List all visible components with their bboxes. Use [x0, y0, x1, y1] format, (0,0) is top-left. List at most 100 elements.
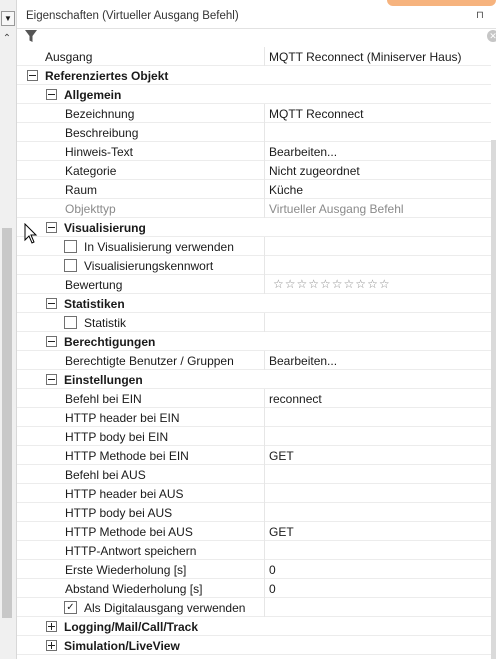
- row-label: Bewertung: [65, 278, 123, 292]
- column-divider: [264, 427, 265, 446]
- checkbox-checked[interactable]: ✓: [64, 601, 77, 614]
- column-divider: [264, 522, 265, 541]
- row-label: HTTP Methode bei AUS: [65, 525, 193, 539]
- filter-bar: ✕: [17, 29, 496, 46]
- row-hinweis-text[interactable]: Hinweis-Text Bearbeiten...: [17, 142, 491, 161]
- row-bewertung[interactable]: Bewertung ☆☆☆☆☆☆☆☆☆☆: [17, 275, 491, 294]
- row-value[interactable]: Küche: [269, 183, 303, 197]
- row-http-methode-aus[interactable]: HTTP Methode bei AUS GET: [17, 522, 491, 541]
- row-value[interactable]: MQTT Reconnect (Miniserver Haus): [269, 50, 462, 64]
- vertical-scrollbar[interactable]: [491, 140, 496, 659]
- column-divider: [264, 503, 265, 522]
- category-simulation[interactable]: Simulation/LiveView: [17, 636, 491, 655]
- row-kategorie[interactable]: Kategorie Nicht zugeordnet: [17, 161, 491, 180]
- row-value[interactable]: Nicht zugeordnet: [269, 164, 360, 178]
- column-divider: [264, 389, 265, 408]
- row-value[interactable]: Bearbeiten...: [269, 354, 337, 368]
- row-label: Visualisierungskennwort: [84, 259, 214, 273]
- row-label: Bezeichnung: [65, 107, 135, 121]
- pin-icon[interactable]: ⊓: [476, 10, 484, 21]
- row-abstand-wiederholung[interactable]: Abstand Wiederholung [s] 0: [17, 579, 491, 598]
- row-http-header-ein[interactable]: HTTP header bei EIN: [17, 408, 491, 427]
- row-label: HTTP-Antwort speichern: [65, 544, 197, 558]
- left-toolbar-strip: ▼ ⌃: [0, 0, 17, 659]
- row-label: HTTP header bei AUS: [65, 487, 184, 501]
- row-label: Befehl bei AUS: [65, 468, 146, 482]
- row-value[interactable]: MQTT Reconnect: [269, 107, 363, 121]
- row-label: HTTP body bei AUS: [65, 506, 173, 520]
- collapse-icon[interactable]: [46, 89, 57, 100]
- column-divider: [264, 408, 265, 427]
- collapse-icon[interactable]: [46, 374, 57, 385]
- properties-panel: Eigenschaften (Virtueller Ausgang Befehl…: [17, 0, 496, 659]
- category-label: Referenziertes Objekt: [45, 69, 169, 83]
- category-label: Statistiken: [64, 297, 125, 311]
- category-allgemein[interactable]: Allgemein: [17, 85, 491, 104]
- row-label: Kategorie: [65, 164, 117, 178]
- row-http-header-aus[interactable]: HTTP header bei AUS: [17, 484, 491, 503]
- row-visualisierungskennwort[interactable]: Visualisierungskennwort: [17, 256, 491, 275]
- row-ausgang[interactable]: Ausgang MQTT Reconnect (Miniserver Haus): [17, 47, 491, 66]
- column-divider: [264, 598, 265, 617]
- expand-icon[interactable]: [46, 621, 57, 632]
- row-http-body-aus[interactable]: HTTP body bei AUS: [17, 503, 491, 522]
- dropdown-arrow-icon[interactable]: ▼: [1, 11, 15, 26]
- checkbox[interactable]: [64, 316, 77, 329]
- left-scrollbar[interactable]: [2, 228, 12, 618]
- row-in-visualisierung[interactable]: In Visualisierung verwenden: [17, 237, 491, 256]
- category-einstellungen[interactable]: Einstellungen: [17, 370, 491, 389]
- row-label: Beschreibung: [65, 126, 139, 140]
- row-label: Ausgang: [45, 50, 93, 64]
- collapse-icon[interactable]: [46, 336, 57, 347]
- row-http-antwort[interactable]: HTTP-Antwort speichern: [17, 541, 491, 560]
- row-label: Statistik: [84, 316, 127, 330]
- panel-title: Eigenschaften (Virtueller Ausgang Befehl…: [26, 10, 239, 22]
- expand-icon[interactable]: [46, 640, 57, 651]
- checkbox[interactable]: [64, 240, 77, 253]
- row-digitalausgang[interactable]: ✓ Als Digitalausgang verwenden: [17, 598, 491, 617]
- category-referenziertes-objekt[interactable]: Referenziertes Objekt: [17, 66, 491, 85]
- row-berechtigte-benutzer[interactable]: Berechtigte Benutzer / Gruppen Bearbeite…: [17, 351, 491, 370]
- row-value[interactable]: Bearbeiten...: [269, 145, 337, 159]
- row-bezeichnung[interactable]: Bezeichnung MQTT Reconnect: [17, 104, 491, 123]
- row-statistik[interactable]: Statistik: [17, 313, 491, 332]
- row-value[interactable]: 0: [269, 563, 276, 577]
- chevron-up-icon[interactable]: ⌃: [1, 32, 13, 46]
- category-statistiken[interactable]: Statistiken: [17, 294, 491, 313]
- column-divider: [264, 465, 265, 484]
- column-divider: [264, 484, 265, 503]
- clear-filter-icon[interactable]: ✕: [487, 30, 496, 42]
- row-value[interactable]: GET: [269, 449, 294, 463]
- row-label: Befehl bei EIN: [65, 392, 142, 406]
- row-value[interactable]: GET: [269, 525, 294, 539]
- filter-icon[interactable]: [25, 30, 37, 43]
- row-beschreibung[interactable]: Beschreibung: [17, 123, 491, 142]
- row-label: In Visualisierung verwenden: [84, 240, 234, 254]
- category-berechtigungen[interactable]: Berechtigungen: [17, 332, 491, 351]
- category-label: Allgemein: [64, 88, 122, 102]
- row-label: HTTP Methode bei EIN: [65, 449, 189, 463]
- row-befehl-aus[interactable]: Befehl bei AUS: [17, 465, 491, 484]
- collapse-icon[interactable]: [46, 222, 57, 233]
- column-divider: [264, 142, 265, 161]
- row-http-body-ein[interactable]: HTTP body bei EIN: [17, 427, 491, 446]
- row-http-methode-ein[interactable]: HTTP Methode bei EIN GET: [17, 446, 491, 465]
- column-divider: [264, 446, 265, 465]
- star-rating[interactable]: ☆☆☆☆☆☆☆☆☆☆: [273, 277, 391, 291]
- column-divider: [264, 47, 265, 66]
- mouse-cursor-icon: [24, 223, 38, 244]
- column-divider: [264, 560, 265, 579]
- row-erste-wiederholung[interactable]: Erste Wiederholung [s] 0: [17, 560, 491, 579]
- row-objekttyp: Objekttyp Virtueller Ausgang Befehl: [17, 199, 491, 218]
- checkbox[interactable]: [64, 259, 77, 272]
- row-befehl-ein[interactable]: Befehl bei EIN reconnect: [17, 389, 491, 408]
- category-logging[interactable]: Logging/Mail/Call/Track: [17, 617, 491, 636]
- row-raum[interactable]: Raum Küche: [17, 180, 491, 199]
- row-value[interactable]: 0: [269, 582, 276, 596]
- collapse-icon[interactable]: [27, 70, 38, 81]
- category-label: Einstellungen: [64, 373, 143, 387]
- row-value[interactable]: reconnect: [269, 392, 322, 406]
- collapse-icon[interactable]: [46, 298, 57, 309]
- row-label: Hinweis-Text: [65, 145, 134, 159]
- category-visualisierung[interactable]: Visualisierung: [17, 218, 491, 237]
